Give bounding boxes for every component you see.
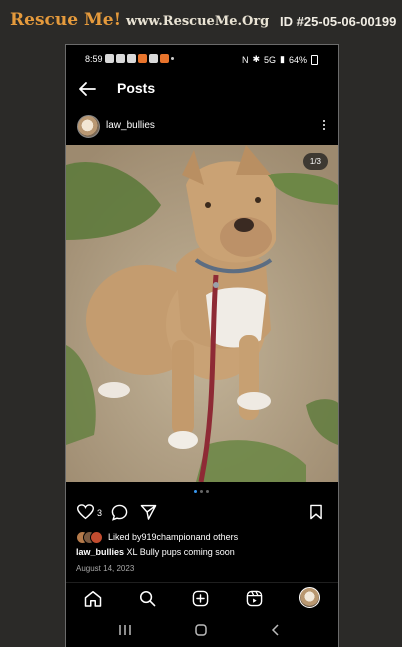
nfc-icon: N	[241, 54, 249, 65]
app-notification-icon	[160, 54, 169, 63]
post-header: law_bullies	[66, 115, 338, 139]
recent-apps-icon[interactable]	[118, 624, 132, 636]
network-type: 5G	[264, 54, 277, 65]
more-options-icon[interactable]	[322, 118, 326, 132]
reels-icon[interactable]	[246, 590, 263, 607]
heart-icon[interactable]	[77, 504, 94, 520]
battery-percent: 64%	[288, 54, 307, 65]
post-caption: law_bullies XL Bully pups coming soon	[76, 547, 235, 557]
status-bar: 8:59 N ✱ 5G ▮ 64%	[66, 45, 338, 73]
profile-avatar-icon[interactable]	[299, 587, 320, 608]
liked-by[interactable]: Liked by 919champion and others	[76, 531, 239, 544]
battery-icon	[311, 54, 318, 65]
messenger-icon	[149, 54, 158, 63]
pet-id: ID #25-05-06-00199	[280, 14, 397, 29]
dog-photo-illustration	[66, 145, 338, 482]
back-arrow-icon[interactable]	[78, 81, 96, 97]
home-icon[interactable]	[84, 590, 102, 607]
author-avatar[interactable]	[77, 115, 100, 138]
carousel-dot-active	[194, 490, 197, 493]
system-icons: N ✱ 5G ▮ 64%	[242, 54, 318, 65]
carousel-indicator	[194, 490, 209, 493]
rescueme-banner: Rescue Me! www.RescueMe.Org ID #25-05-06…	[0, 0, 402, 42]
android-nav-bar	[66, 615, 338, 645]
author-username[interactable]: law_bullies	[106, 120, 155, 131]
more-notifications-dot	[171, 57, 174, 60]
share-icon[interactable]	[140, 504, 157, 520]
notification-icons	[105, 54, 174, 63]
like-count: 3	[97, 508, 103, 518]
carousel-dot	[206, 490, 209, 493]
app-notification-icon	[138, 54, 147, 63]
photo-counter: 1/3	[302, 153, 328, 170]
site-url: www.RescueMe.Org	[126, 14, 270, 29]
post-photo[interactable]: 1/3	[66, 145, 338, 482]
comment-icon[interactable]	[111, 504, 128, 521]
liked-by-prefix: Liked by	[108, 532, 142, 542]
post-date: August 14, 2023	[76, 564, 135, 573]
liker-avatars	[76, 531, 106, 544]
post-actions: 3	[66, 501, 338, 523]
whatsapp-icon	[127, 54, 136, 63]
caption-username[interactable]: law_bullies	[76, 547, 124, 557]
liked-by-user[interactable]: 919champion	[142, 532, 196, 542]
top-bar: Posts	[66, 75, 338, 103]
notification-icon	[105, 54, 114, 63]
phone-screen: 8:59 N ✱ 5G ▮ 64% Posts law_bullies 1/3 …	[65, 44, 339, 647]
carousel-dot	[200, 490, 203, 493]
status-time: 8:59	[85, 54, 103, 64]
bottom-tab-bar	[66, 582, 338, 613]
liker-avatar	[90, 531, 103, 544]
bluetooth-icon: ✱	[252, 54, 261, 64]
rescueme-logo: Rescue Me!	[10, 10, 122, 30]
back-nav-icon[interactable]	[271, 624, 280, 636]
search-icon[interactable]	[139, 590, 156, 607]
home-nav-icon[interactable]	[195, 624, 207, 636]
bookmark-icon[interactable]	[309, 504, 323, 520]
notification-icon	[116, 54, 125, 63]
page-title: Posts	[117, 80, 156, 96]
caption-text: XL Bully pups coming soon	[124, 547, 235, 557]
create-post-icon[interactable]	[192, 590, 209, 607]
liked-by-suffix: and others	[195, 532, 239, 542]
signal-icon: ▮	[280, 54, 285, 64]
